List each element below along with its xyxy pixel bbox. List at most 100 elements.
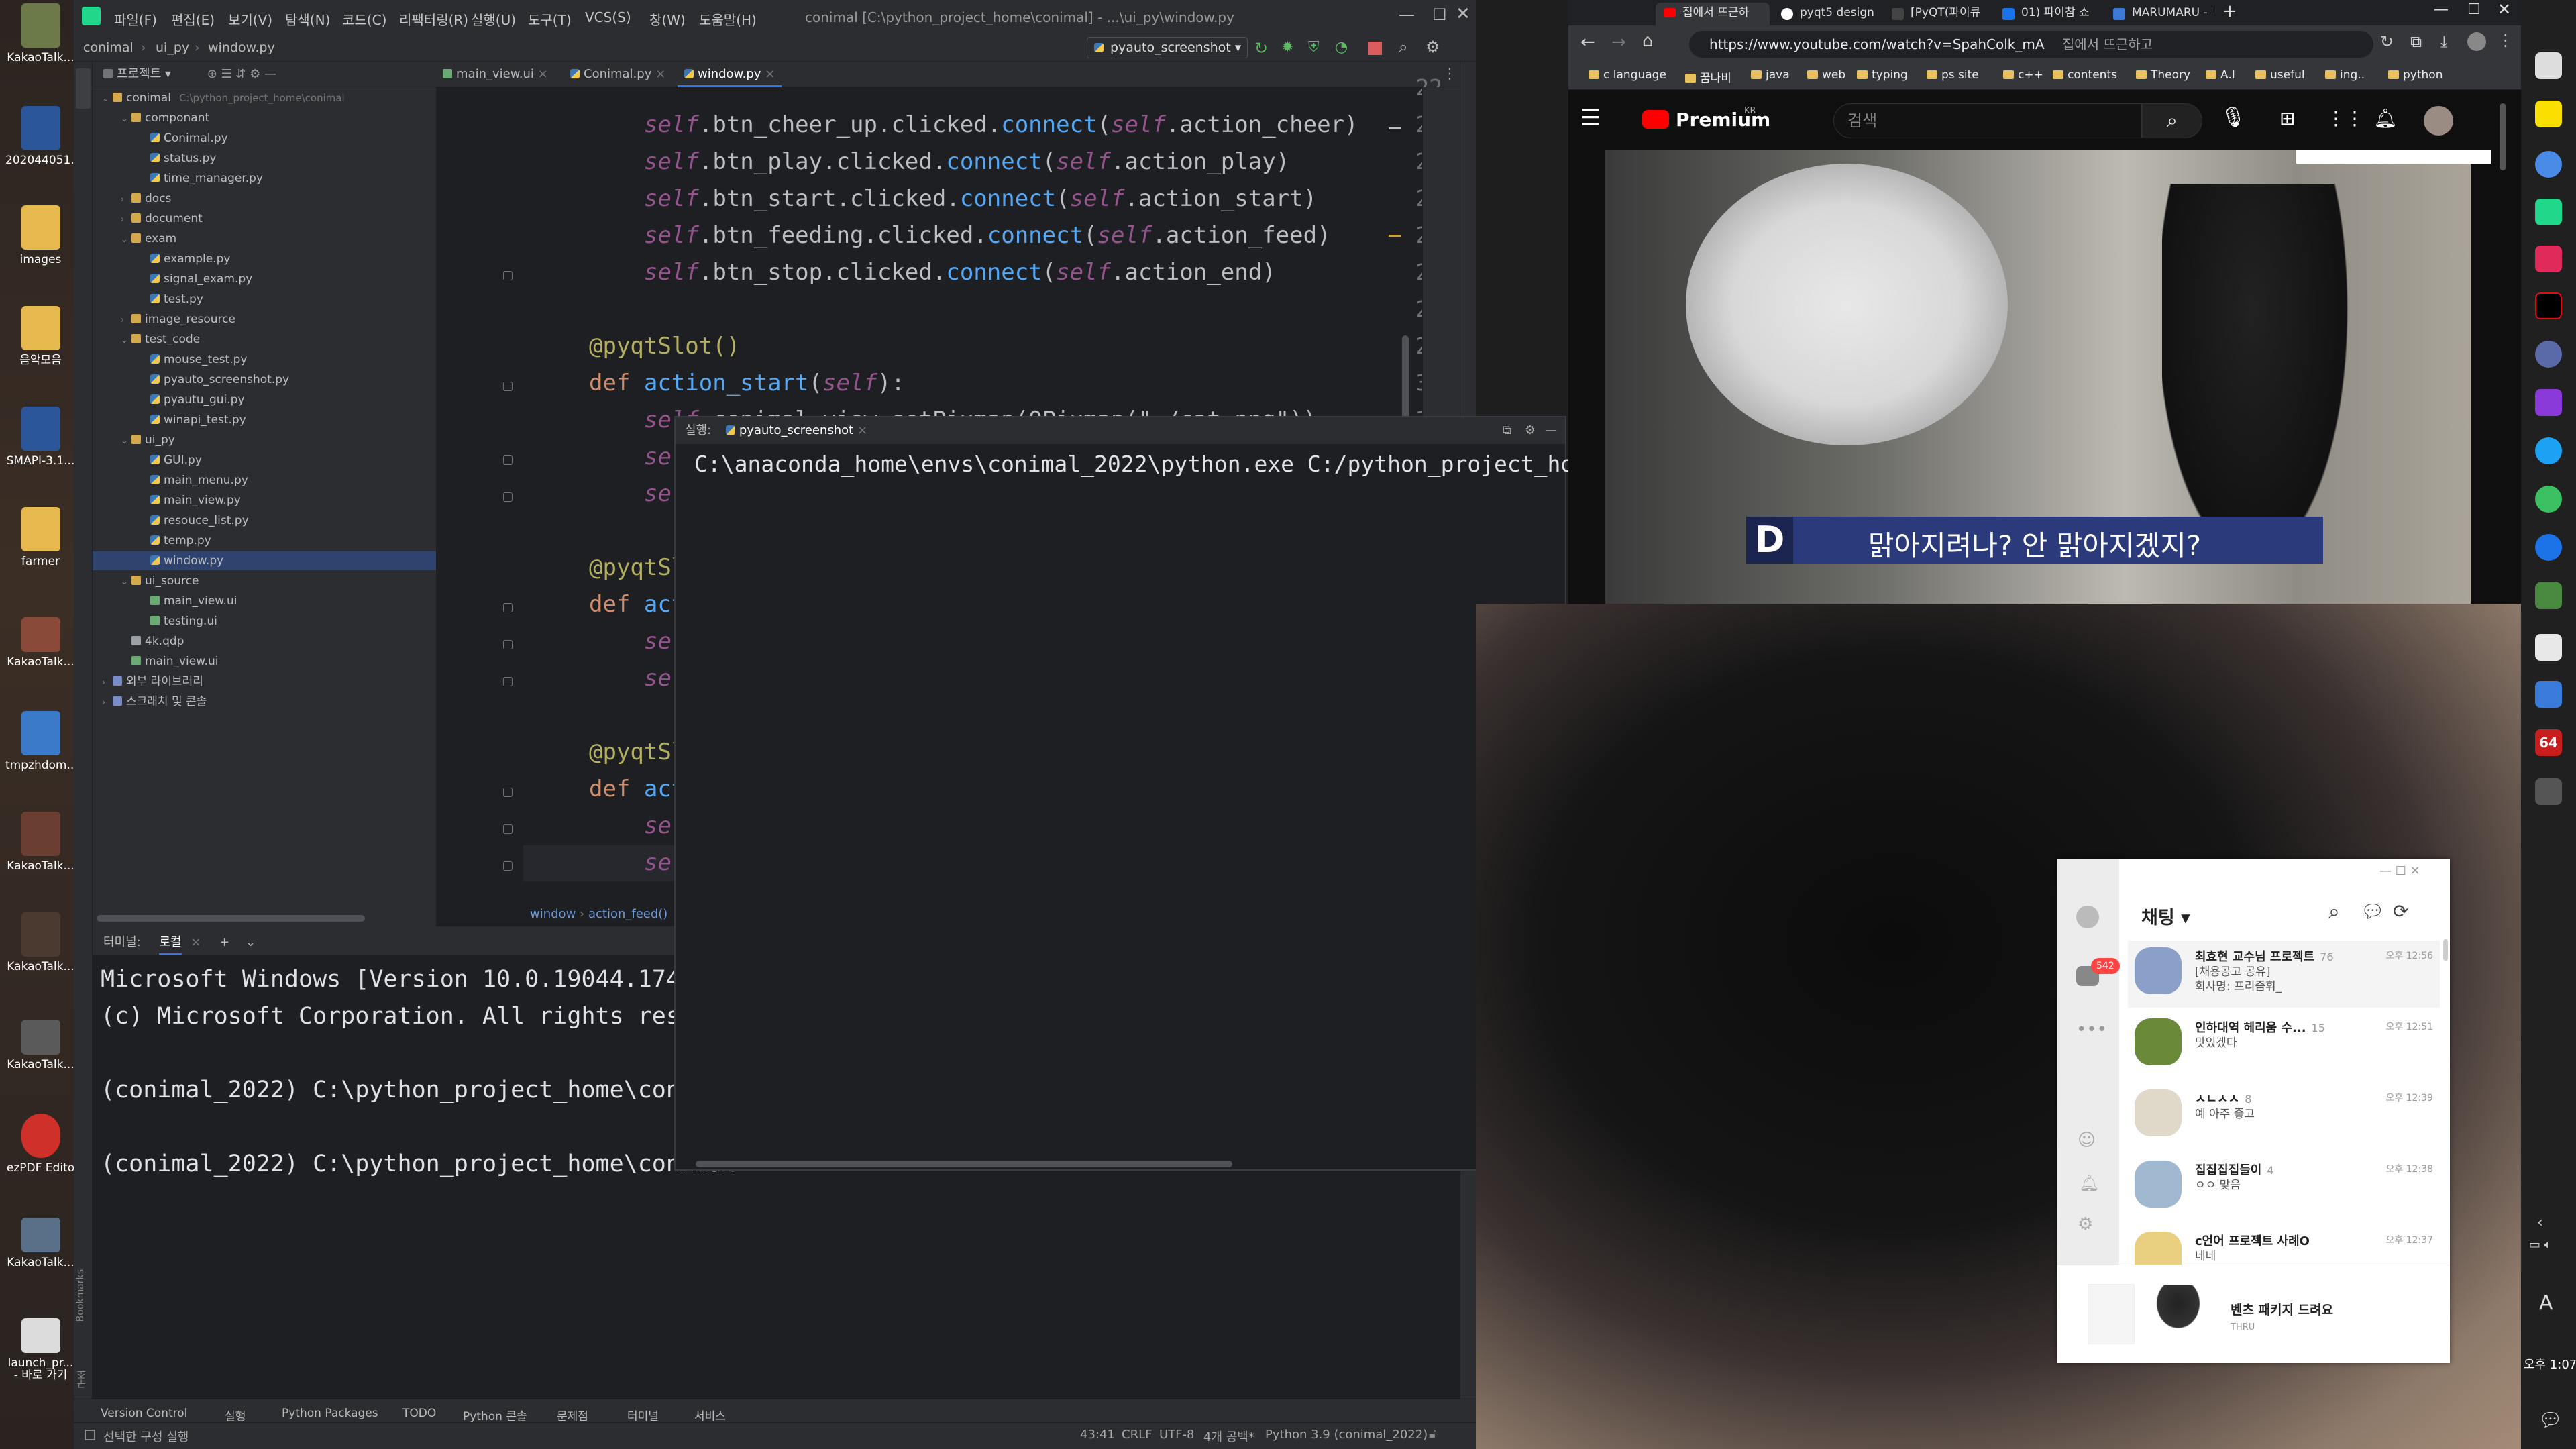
bookmark-item[interactable]: typing	[1857, 68, 1908, 82]
chevron-down-icon[interactable]: ⌄	[121, 231, 131, 250]
chevron-right-icon[interactable]: ›	[121, 311, 131, 330]
app-icon[interactable]	[2535, 634, 2562, 661]
terminal-tab-local[interactable]: 로컬	[159, 935, 182, 955]
menu-item[interactable]: 탐색(N)	[285, 9, 330, 29]
fold-marker[interactable]	[503, 640, 513, 649]
tool-window-button[interactable]: TODO	[402, 1407, 436, 1420]
kakao-ad-banner[interactable]: 벤츠 패키지 드려요 THRU	[2057, 1265, 2450, 1363]
tree-item[interactable]: ⌄ test_code	[93, 330, 436, 349]
desktop-icon[interactable]: KakaoTalk...	[5, 912, 76, 973]
search-icon[interactable]: ⌕	[2328, 900, 2340, 924]
tree-item[interactable]: main_view.py	[93, 491, 436, 510]
clock[interactable]: 오후 1:07	[2524, 1355, 2576, 1373]
bookmark-item[interactable]: ps site	[1927, 68, 1979, 82]
page-scrollbar[interactable]	[2500, 103, 2506, 170]
friends-icon[interactable]	[2076, 906, 2099, 928]
search-button[interactable]: ⌕	[2142, 103, 2202, 138]
fold-marker[interactable]	[503, 492, 513, 502]
app-icon[interactable]	[2535, 246, 2562, 272]
desktop-icon[interactable]: KakaoTalk...	[5, 812, 76, 872]
menu-icon[interactable]: ⋮	[2498, 31, 2514, 50]
gear-icon[interactable]: ⚙	[1525, 417, 1536, 444]
maximize-button[interactable]: ☐	[1432, 5, 1447, 24]
chrome-tab[interactable]: [PyQT(파이큐	[1884, 3, 1991, 25]
status-toggle-icon[interactable]	[85, 1430, 95, 1440]
tree-item[interactable]: example.py	[93, 250, 436, 268]
tree-item[interactable]: status.py	[93, 149, 436, 168]
settings-icon[interactable]: ⚙	[1426, 38, 1440, 56]
tree-item[interactable]: main_menu.py	[93, 471, 436, 490]
restore-icon[interactable]: ⧉	[1503, 417, 1511, 444]
run-tab[interactable]: pyauto_screenshot ×	[725, 423, 867, 437]
desktop-icon[interactable]: KakaoTalk...	[5, 617, 76, 668]
tree-item[interactable]: window.py	[93, 551, 436, 570]
chrome-tab[interactable]: pyqt5 design	[1773, 3, 1880, 25]
tree-item[interactable]: › 외부 라이브러리	[93, 672, 436, 691]
tree-item[interactable]: 4k.qdp	[93, 632, 436, 651]
horizontal-scrollbar[interactable]	[97, 915, 365, 922]
fold-marker[interactable]	[503, 271, 513, 280]
chevron-down-icon[interactable]: ⌄	[121, 110, 131, 129]
tab-conimal-py[interactable]: Conimal.py ×	[564, 62, 672, 87]
tree-item[interactable]: main_view.ui	[93, 592, 436, 610]
tree-item[interactable]: › docs	[93, 189, 436, 208]
fold-marker[interactable]	[503, 455, 513, 465]
maximize-button[interactable]: ☐	[2467, 1, 2481, 18]
new-tab-button[interactable]: +	[2222, 1, 2237, 21]
minimize-button[interactable]: —	[2434, 1, 2449, 18]
chevron-down-icon[interactable]: ⌄	[121, 331, 131, 350]
bookmark-item[interactable]: ing..	[2325, 68, 2365, 82]
tool-window-button[interactable]: Version Control	[101, 1407, 187, 1420]
caret-position[interactable]: 43:41	[1080, 1428, 1115, 1442]
horizontal-scrollbar[interactable]	[696, 1161, 1232, 1167]
chevron-down-icon[interactable]: ⌄	[246, 935, 256, 949]
menu-item[interactable]: 리팩터링(R)	[399, 9, 468, 29]
bookmark-item[interactable]: useful	[2255, 68, 2305, 82]
tray-expand-icon[interactable]: ‹	[2537, 1214, 2543, 1231]
chat-list-item[interactable]: 인하대역 헤리움 수... 15 맛있겠다 오후 12:51	[2128, 1012, 2440, 1079]
coverage-icon[interactable]: ⛨	[1308, 39, 1326, 56]
indent-setting[interactable]: 4개 공백*	[1203, 1428, 1254, 1445]
fold-marker[interactable]	[503, 677, 513, 686]
more-tabs-icon[interactable]: ⋮	[1442, 66, 1457, 83]
chevron-right-icon[interactable]: ›	[121, 191, 131, 209]
lock-icon[interactable]: 🔓︎	[1429, 1427, 1437, 1441]
tree-item[interactable]: Conimal.py	[93, 129, 436, 148]
close-tab-icon[interactable]: ×	[191, 935, 201, 949]
notification-icon[interactable]: 💬︎	[2538, 1409, 2563, 1431]
menu-item[interactable]: VCS(S)	[585, 9, 631, 25]
tree-item[interactable]: winapi_test.py	[93, 411, 436, 429]
chevron-down-icon[interactable]: ⌄	[121, 573, 131, 592]
address-bar[interactable]: https://www.youtube.com/watch?v=SpahColk…	[1689, 31, 2373, 58]
back-icon[interactable]: ←	[1580, 32, 1595, 52]
search-icon[interactable]: ⌕	[1399, 38, 1407, 56]
menu-item[interactable]: 코드(C)	[342, 9, 386, 29]
minimize-button[interactable]: —	[1399, 5, 1415, 24]
forward-icon[interactable]: →	[1611, 32, 1626, 52]
tree-item[interactable]: resouce_list.py	[93, 511, 436, 530]
menu-item[interactable]: 편집(E)	[171, 9, 215, 29]
encoding[interactable]: UTF-8	[1159, 1428, 1194, 1442]
bookmark-item[interactable]: c++	[2003, 68, 2043, 82]
rerun-icon[interactable]: ↻	[1254, 39, 1272, 58]
app-icon[interactable]	[2535, 778, 2562, 805]
emoji-icon[interactable]: ☺	[2078, 1130, 2096, 1150]
menu-item[interactable]: 창(W)	[649, 9, 686, 29]
pycharm-icon[interactable]	[2535, 199, 2562, 225]
profile-icon[interactable]: ◔	[1335, 39, 1352, 56]
line-separator[interactable]: CRLF	[1122, 1428, 1152, 1442]
youtube-brand[interactable]: Premium	[1676, 109, 1770, 131]
chevron-down-icon[interactable]: ⌄	[121, 432, 131, 451]
settings-icon[interactable]: ⚙	[2078, 1214, 2093, 1234]
debug-icon[interactable]: ✹	[1281, 39, 1299, 56]
fold-marker[interactable]	[503, 861, 513, 871]
menu-item[interactable]: 보기(V)	[228, 9, 272, 29]
tree-item[interactable]: testing.ui	[93, 612, 436, 631]
home-icon[interactable]: ⌂	[1642, 31, 1654, 51]
visual-studio-icon[interactable]	[2535, 389, 2562, 416]
bookmark-item[interactable]: Theory	[2136, 68, 2190, 82]
tree-item[interactable]: test.py	[93, 290, 436, 309]
tree-item[interactable]: GUI.py	[93, 451, 436, 470]
chat-list-item[interactable]: 최효현 교수님 프로젝트 76 [채용공고 공유] 회사명: 프리즘휘_ 오후 12:5…	[2128, 941, 2440, 1008]
desktop-icon[interactable]: KakaoTalk...	[5, 1218, 76, 1269]
